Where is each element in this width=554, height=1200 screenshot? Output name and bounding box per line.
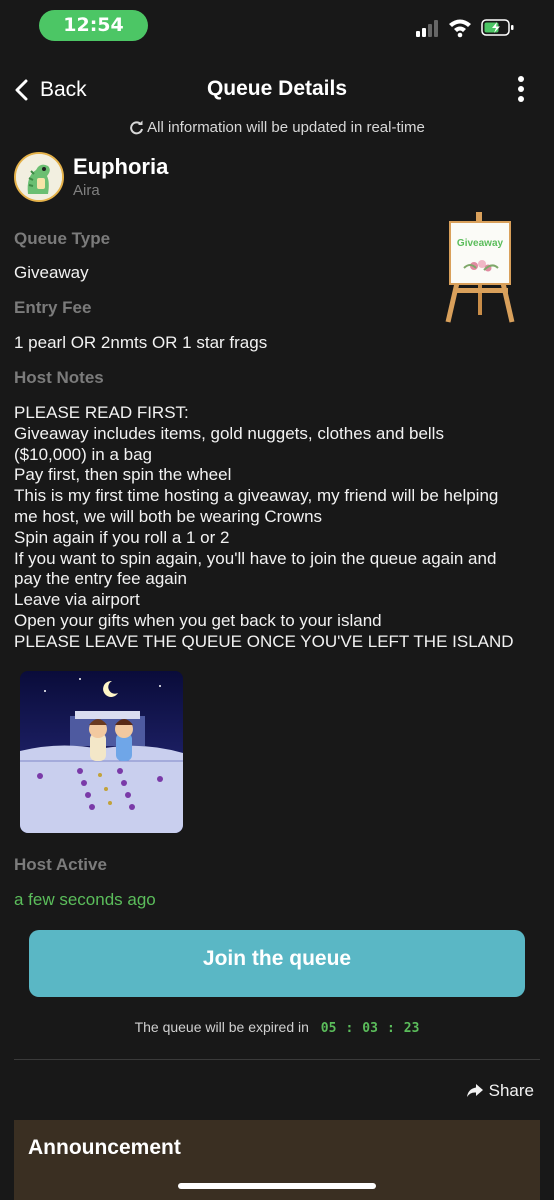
notes-line: PLEASE READ FIRST:: [14, 403, 189, 422]
host-active-time: a few seconds ago: [14, 890, 156, 909]
host-name: Euphoria: [73, 154, 169, 179]
host-subtitle: Aira: [73, 182, 100, 199]
share-label: Share: [488, 1081, 534, 1100]
dinosaur-avatar-icon: [16, 154, 62, 200]
divider: [14, 1059, 540, 1060]
expiry-countdown: 05:03:23: [321, 1021, 420, 1036]
battery-icon: [481, 19, 514, 36]
more-options-icon[interactable]: [512, 74, 530, 104]
status-bar: 12:54: [0, 0, 554, 52]
join-queue-button[interactable]: Join the queue: [29, 930, 525, 997]
notes-line: PLEASE LEAVE THE QUEUE ONCE YOU'VE LEFT …: [14, 631, 514, 651]
notes-line: ($10,000) in a bag: [14, 444, 152, 464]
queue-expiry: The queue will be expired in 05:03:23: [0, 1019, 554, 1036]
countdown-minutes: 03: [362, 1021, 378, 1036]
notes-line: This is my first time hosting a giveaway…: [14, 486, 499, 506]
queue-type-label: Queue Type: [14, 229, 111, 248]
realtime-notice-text: All information will be updated in real-…: [147, 119, 425, 136]
queue-type-value: Giveaway: [14, 263, 89, 282]
notes-line: me host, we will both be wearing Crowns: [14, 506, 323, 526]
countdown-seconds: 23: [403, 1021, 420, 1036]
countdown-hours: 05: [320, 1021, 337, 1036]
nav-bar: Back Queue Details: [0, 64, 554, 114]
status-icons: [416, 19, 514, 38]
share-button[interactable]: Share: [466, 1081, 534, 1101]
countdown-separator: :: [386, 1021, 395, 1036]
entry-fee-value: 1 pearl OR 2nmts OR 1 star frags: [14, 333, 268, 352]
page-title: Queue Details: [206, 77, 348, 100]
notes-line: Giveaway includes items, gold nuggets, c…: [14, 423, 444, 443]
expiry-text: The queue will be expired in: [134, 1019, 309, 1035]
notes-line: Pay first, then spin the wheel: [14, 465, 232, 485]
giveaway-easel-icon: Giveaway: [445, 212, 515, 323]
refresh-icon: [130, 120, 144, 135]
wifi-icon: [449, 19, 471, 38]
host-notes-text: PLEASE READ FIRST: Giveaway includes ite…: [14, 403, 544, 653]
entry-fee-label: Entry Fee: [14, 298, 92, 317]
home-indicator[interactable]: [178, 1183, 376, 1189]
notes-line: Leave via airport: [14, 590, 140, 610]
island-photo-image: [20, 671, 183, 833]
announcement-title: Announcement: [28, 1136, 181, 1159]
countdown-separator: :: [345, 1021, 354, 1036]
share-arrow-icon: [466, 1084, 483, 1097]
notes-line: If you want to spin again, you'll have t…: [14, 548, 497, 568]
host-avatar[interactable]: [14, 152, 64, 202]
island-photo[interactable]: [20, 671, 183, 833]
notes-line: Open your gifts when you get back to you…: [14, 610, 382, 630]
realtime-notice: All information will be updated in real-…: [0, 119, 554, 136]
host-notes-label: Host Notes: [14, 368, 104, 387]
notes-line: pay the entry fee again: [14, 569, 187, 589]
host-active-label: Host Active: [14, 855, 107, 874]
cellular-signal-icon: [416, 20, 438, 37]
status-time: 12:54: [39, 10, 148, 41]
easel-sign-text: Giveaway: [457, 238, 504, 249]
notes-line: Spin again if you roll a 1 or 2: [14, 527, 230, 547]
